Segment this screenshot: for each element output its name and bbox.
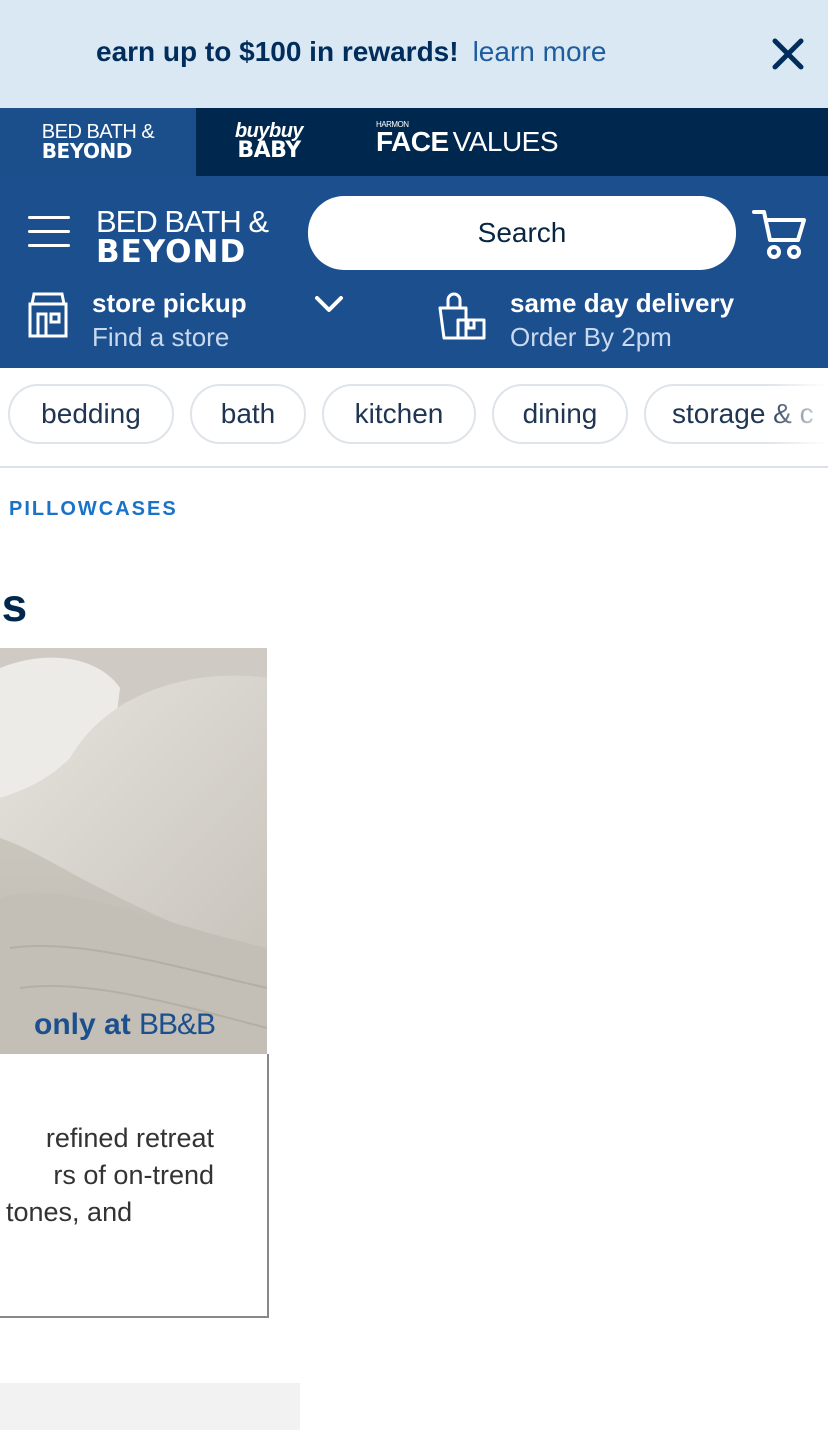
bbb-brand-logo: BED BATH & BEYOND — [41, 122, 155, 163]
baby-logo-line2: BABY — [237, 138, 301, 164]
store-pickup-button[interactable]: store pickup Find a store — [26, 288, 386, 358]
hero-copy-box: refined retreat rs of on-trend tones, an… — [0, 1054, 269, 1318]
promo-text: earn up to $100 in rewards! learn more — [96, 36, 606, 68]
brand-bar: BED BATH & BEYOND buybuy BABY HARMON FAC… — [0, 108, 828, 176]
chip-bedding[interactable]: bedding — [8, 384, 174, 444]
promo-headline: earn up to $100 in rewards! — [96, 36, 459, 67]
cart-icon[interactable] — [752, 208, 808, 260]
hero-copy-line: refined retreat — [45, 1123, 214, 1153]
breadcrumb-pillowcases[interactable]: PILLOWCASES — [9, 498, 178, 521]
store-pickup-title: store pickup — [92, 288, 247, 318]
same-day-delivery-title: same day delivery — [510, 288, 735, 318]
pillow-product-image: only at BB&B — [0, 648, 267, 1054]
learn-more-link[interactable]: learn more — [473, 36, 607, 67]
main-logo-line2: BEYOND — [96, 234, 247, 270]
promo-banner: earn up to $100 in rewards! learn more — [0, 0, 828, 108]
chevron-down-icon — [315, 296, 343, 312]
store-icon — [28, 292, 68, 338]
order-by-text: Order By 2pm — [510, 322, 672, 352]
same-day-delivery-button[interactable]: same day delivery Order By 2pm — [436, 288, 816, 358]
brand-tab-face-values[interactable]: HARMON FACE VALUES — [342, 108, 592, 176]
chip-dining[interactable]: dining — [492, 384, 628, 444]
delivery-bag-icon — [438, 292, 486, 340]
search-input[interactable] — [308, 196, 736, 270]
category-chips: bedding bath kitchen dining storage & c — [0, 368, 828, 468]
badge-brand: BB&B — [139, 1008, 216, 1041]
close-icon[interactable] — [770, 36, 806, 72]
brand-tab-bbb[interactable]: BED BATH & BEYOND — [0, 108, 196, 176]
main-logo[interactable]: BED BATH & BEYOND — [96, 204, 269, 270]
buybuybaby-logo: buybuy BABY — [235, 121, 304, 164]
hero-copy-line: rs of on-trend — [53, 1160, 214, 1190]
chip-kitchen[interactable]: kitchen — [322, 384, 476, 444]
fv-logo-small: HARMON — [375, 119, 409, 129]
brand-tab-buybuybaby[interactable]: buybuy BABY — [196, 108, 342, 176]
hamburger-icon[interactable] — [28, 216, 70, 250]
hero-promo-card[interactable]: only at BB&B refined retreat rs of on-tr… — [0, 648, 269, 1318]
chip-bath[interactable]: bath — [190, 384, 306, 444]
face-values-logo: HARMON FACE VALUES — [375, 120, 559, 157]
find-a-store-link: Find a store — [92, 322, 230, 352]
badge-text: only at — [34, 1008, 131, 1041]
hero-copy-line: tones, and — [6, 1197, 133, 1227]
pillow-image-art — [0, 648, 267, 1054]
hero-description: refined retreat rs of on-trend tones, an… — [0, 1120, 214, 1231]
page-title: es — [0, 579, 28, 631]
site-header: BED BATH & BEYOND store pickup Find a st… — [0, 176, 828, 368]
only-at-bbb-badge: only at BB&B — [34, 1008, 216, 1042]
fv-logo-regular: VALUES — [452, 125, 559, 157]
fv-logo-bold: FACE — [375, 125, 449, 157]
next-card-preview — [0, 1383, 300, 1430]
chips-fade — [768, 368, 828, 464]
bbb-logo-line2: BEYOND — [41, 139, 133, 163]
